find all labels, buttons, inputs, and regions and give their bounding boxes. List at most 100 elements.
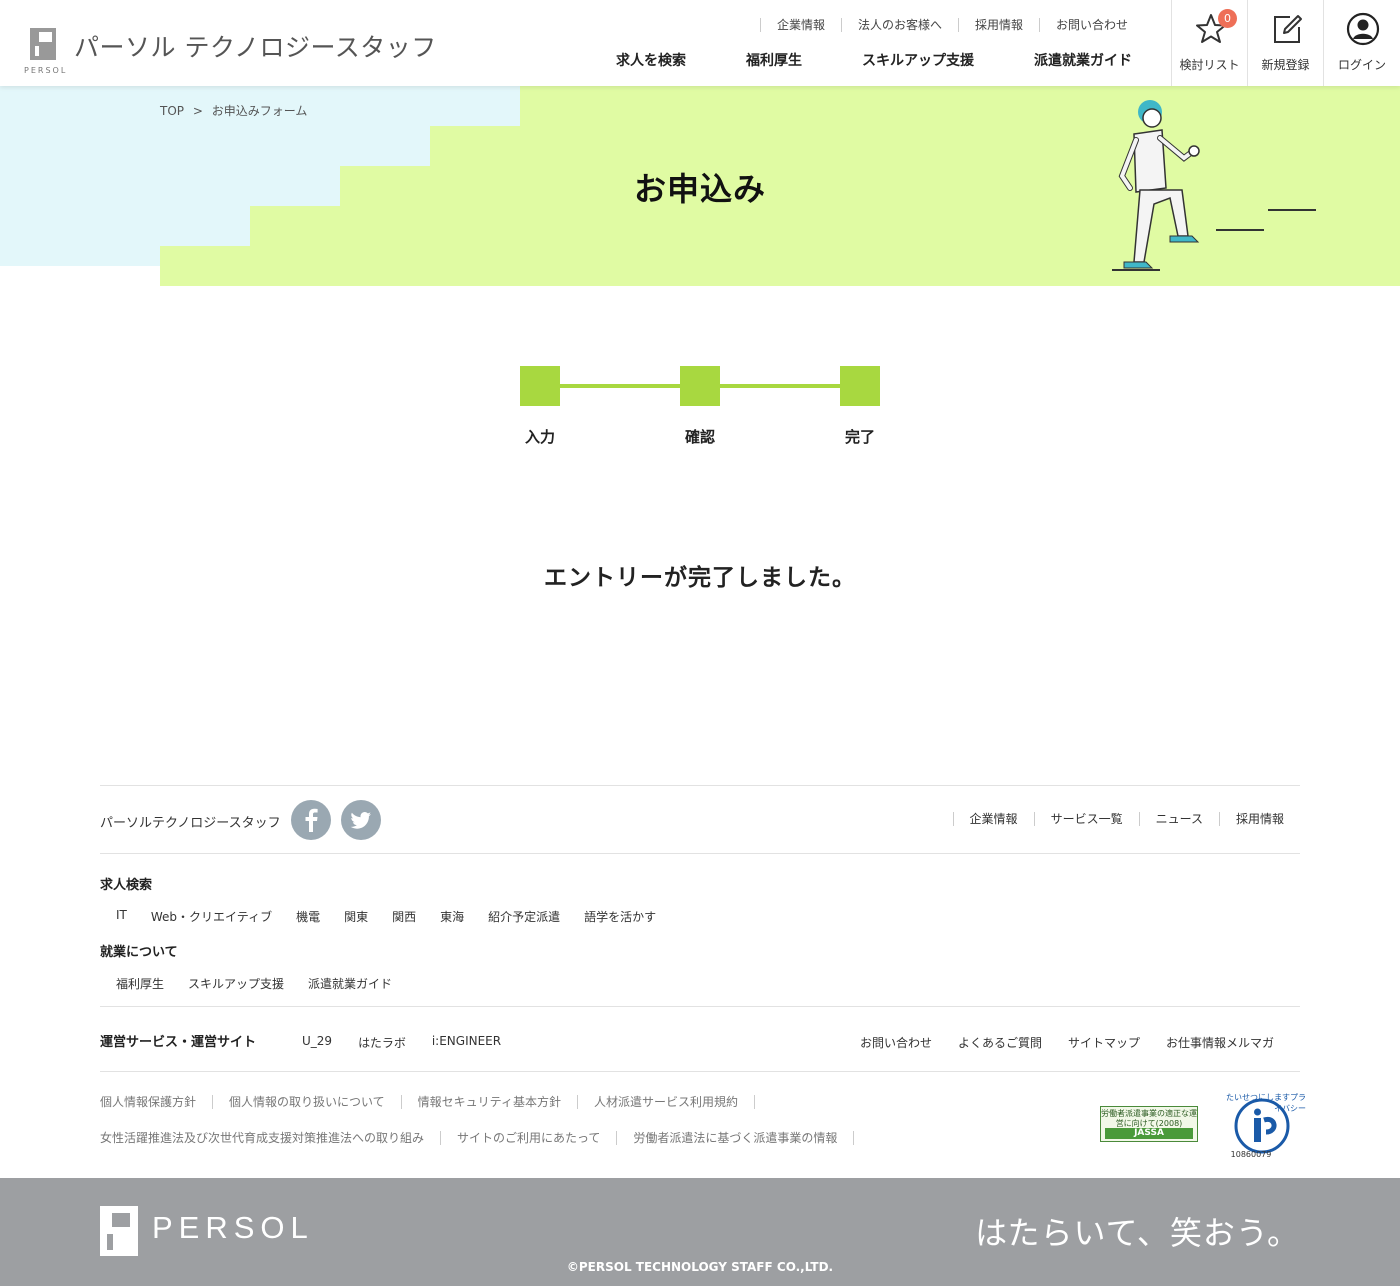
subnav-recruit[interactable]: 採用情報 xyxy=(957,18,1039,32)
footer-search-link[interactable]: 東海 xyxy=(440,908,464,925)
footer-search-heading: 求人検索 xyxy=(100,878,153,893)
favorites-count-badge: 0 xyxy=(1218,9,1237,28)
footer-search-link[interactable]: 機電 xyxy=(296,908,320,925)
progress-connector xyxy=(560,384,680,388)
legal-link[interactable]: 情報セキュリティ基本方針 xyxy=(418,1095,578,1109)
footer-legal-links: 個人情報保護方針 個人情報の取り扱いについて 情報セキュリティ基本方針 人材派遣… xyxy=(100,1095,771,1109)
persol-logo-mark xyxy=(100,1206,138,1256)
favorites-button[interactable]: 0 検討リスト xyxy=(1171,0,1247,86)
favorites-label: 検討リスト xyxy=(1179,58,1240,72)
footer-support-links: お問い合わせ よくあるご質問 サイトマップ お仕事情報メルマガ xyxy=(834,1034,1274,1051)
nav-job-search[interactable]: 求人を検索 xyxy=(586,50,716,70)
footer-work-link[interactable]: 派遣就業ガイド xyxy=(308,975,392,992)
footer-search-link[interactable]: 関東 xyxy=(344,908,368,925)
footer-work-heading: 就業について xyxy=(100,945,178,960)
footer-divider xyxy=(100,1071,1300,1072)
persol-logo[interactable]: PERSOL xyxy=(24,28,68,75)
jassa-badge-text: 労働者派遣事業の適正な運営に向けて(2008) xyxy=(1101,1109,1197,1128)
nav-skillup[interactable]: スキルアップ支援 xyxy=(832,50,1004,70)
footer-faq-link[interactable]: よくあるご質問 xyxy=(958,1034,1042,1051)
footer-search-link[interactable]: Web・クリエイティブ xyxy=(151,908,272,925)
facebook-button[interactable] xyxy=(291,800,331,840)
copyright: ©PERSOL TECHNOLOGY STAFF CO.,LTD. xyxy=(566,1260,834,1274)
footer-services-heading: 運営サービス・運営サイト xyxy=(100,1035,257,1050)
footer-service-link[interactable]: はたラボ xyxy=(358,1034,406,1051)
footer-link-company[interactable]: 企業情報 xyxy=(952,812,1034,826)
footer-search-links: IT Web・クリエイティブ 機電 関東 関西 東海 紹介予定派遣 語学を活かす xyxy=(116,908,680,925)
subnav-contact[interactable]: お問い合わせ xyxy=(1038,18,1144,32)
footer-divider xyxy=(100,1006,1300,1007)
footer-brand-bar: PERSOL はたらいて、笑おう。 ©PERSOL TECHNOLOGY STA… xyxy=(0,1178,1400,1286)
progress-label-input: 入力 xyxy=(524,428,555,446)
subnav-corporate[interactable]: 法人のお客様へ xyxy=(840,18,958,32)
login-button[interactable]: ログイン xyxy=(1323,0,1400,86)
footer-brand-wordmark: PERSOL xyxy=(152,1210,314,1245)
persol-logo-mark xyxy=(30,28,56,60)
footer-link-news[interactable]: ニュース xyxy=(1138,812,1219,826)
footer-search-link[interactable]: IT xyxy=(116,908,127,925)
footer-link-services[interactable]: サービス一覧 xyxy=(1033,812,1139,826)
register-button[interactable]: 新規登録 xyxy=(1247,0,1323,86)
footer-sitemap-link[interactable]: サイトマップ xyxy=(1068,1034,1140,1051)
jassa-badge-label: JASSA xyxy=(1105,1128,1193,1139)
login-label: ログイン xyxy=(1337,58,1386,72)
footer-newsletter-link[interactable]: お仕事情報メルマガ xyxy=(1166,1034,1274,1051)
facebook-icon xyxy=(305,808,318,832)
register-label: 新規登録 xyxy=(1261,58,1310,72)
footer-work-link[interactable]: 福利厚生 xyxy=(116,975,164,992)
edit-icon xyxy=(1274,15,1302,43)
subnav-company[interactable]: 企業情報 xyxy=(759,18,841,32)
completion-message: エントリーが完了しました。 xyxy=(544,565,856,591)
breadcrumb-top[interactable]: TOP xyxy=(160,104,184,118)
privacy-mark-number: 10860079 xyxy=(1230,1150,1272,1159)
breadcrumb-current: お申込みフォーム xyxy=(211,104,308,118)
footer-work-link[interactable]: スキルアップ支援 xyxy=(188,975,284,992)
legal-link[interactable]: サイトのご利用にあたって xyxy=(457,1131,618,1145)
footer-link-recruit[interactable]: 採用情報 xyxy=(1218,812,1300,826)
footer-search-link[interactable]: 関西 xyxy=(392,908,416,925)
footer-service-links: U_29 はたラボ i:ENGINEER xyxy=(302,1034,527,1051)
footer-search-link[interactable]: 紹介予定派遣 xyxy=(488,908,560,925)
progress-label-confirm: 確認 xyxy=(684,428,715,446)
footer-contact-link[interactable]: お問い合わせ xyxy=(860,1034,932,1051)
breadcrumb: TOP > お申込みフォーム xyxy=(160,102,312,119)
legal-link[interactable]: 個人情報の取り扱いについて xyxy=(229,1095,402,1109)
legal-link[interactable]: 女性活躍推進法及び次世代育成支援対策推進法への取り組み xyxy=(100,1131,442,1145)
legal-link[interactable]: 個人情報保護方針 xyxy=(100,1095,214,1109)
legal-link[interactable]: 労働者派遣法に基づく派遣事業の情報 xyxy=(633,1131,855,1145)
twitter-icon xyxy=(350,812,371,829)
brand-slogan: はたらいて、笑おう。 xyxy=(975,1214,1300,1252)
progress-step-input xyxy=(520,366,560,406)
twitter-button[interactable] xyxy=(341,800,381,840)
progress-step-confirm xyxy=(680,366,720,406)
climbing-man-illustration xyxy=(1112,100,1316,271)
site-name[interactable]: パーソル テクノロジースタッフ xyxy=(74,28,437,64)
logo-wordmark: PERSOL xyxy=(24,66,68,75)
main-navigation: 求人を検索 福利厚生 スキルアップ支援 派遣就業ガイド xyxy=(586,50,1162,70)
progress-steps: 入力 確認 完了 xyxy=(520,366,880,446)
footer-company-name[interactable]: パーソルテクノロジースタッフ xyxy=(100,812,281,831)
footer-persol-logo[interactable]: PERSOL xyxy=(100,1206,340,1258)
footer-divider xyxy=(100,853,1300,854)
nav-welfare[interactable]: 福利厚生 xyxy=(716,50,832,70)
legal-link[interactable]: 人材派遣サービス利用規約 xyxy=(594,1095,755,1109)
privacy-mark-text: たいせつにしますプライバシー xyxy=(1226,1093,1306,1113)
footer-top-links: 企業情報 サービス一覧 ニュース 採用情報 xyxy=(952,812,1300,826)
footer-legal-links: 女性活躍推進法及び次世代育成支援対策推進法への取り組み サイトのご利用にあたって… xyxy=(100,1131,870,1145)
footer-service-link[interactable]: i:ENGINEER xyxy=(432,1034,501,1051)
page-hero: TOP > お申込みフォーム お申込み xyxy=(0,86,1400,286)
hero-step xyxy=(250,206,340,286)
footer-divider xyxy=(100,785,1300,786)
nav-dispatch-guide[interactable]: 派遣就業ガイド xyxy=(1004,50,1162,70)
sub-navigation: 企業情報 法人のお客様へ 採用情報 お問い合わせ xyxy=(759,18,1144,32)
footer-search-link[interactable]: 語学を活かす xyxy=(584,908,656,925)
user-icon xyxy=(1346,12,1380,46)
footer-work-links: 福利厚生 スキルアップ支援 派遣就業ガイド xyxy=(116,975,416,992)
progress-step-complete xyxy=(840,366,880,406)
footer-service-link[interactable]: U_29 xyxy=(302,1034,332,1051)
breadcrumb-separator: > xyxy=(192,104,203,118)
jassa-badge[interactable]: 労働者派遣事業の適正な運営に向けて(2008) JASSA xyxy=(1100,1106,1198,1142)
hero-step xyxy=(160,246,250,286)
progress-connector xyxy=(720,384,840,388)
progress-label-complete: 完了 xyxy=(844,428,875,446)
